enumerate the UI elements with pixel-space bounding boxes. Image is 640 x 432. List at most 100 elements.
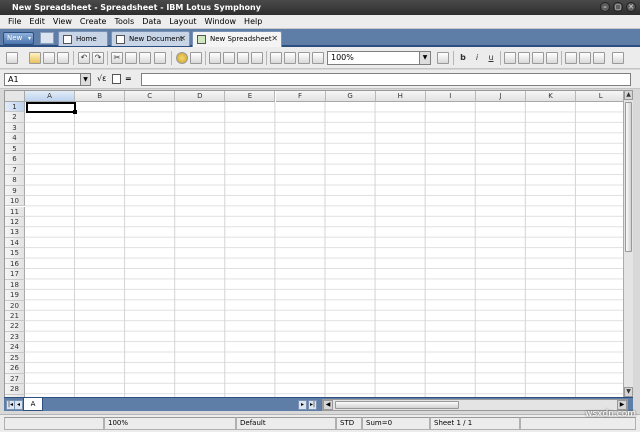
open-folder-icon[interactable] — [29, 52, 41, 64]
column-header[interactable]: L — [576, 91, 623, 102]
row-header[interactable]: 1 — [5, 102, 25, 113]
row-header[interactable]: 26 — [5, 363, 25, 374]
close-tab-icon[interactable]: ✕ — [179, 32, 186, 46]
function-wizard-icon[interactable]: √ε — [97, 74, 106, 83]
menu-layout[interactable]: Layout — [165, 15, 200, 29]
delete-columns-icon[interactable] — [251, 52, 263, 64]
menu-create[interactable]: Create — [76, 15, 111, 29]
previous-sheet-icon[interactable]: ◂ — [14, 400, 23, 410]
cut-icon[interactable]: ✂ — [111, 52, 123, 64]
row-header[interactable]: 11 — [5, 206, 25, 217]
column-header[interactable]: C — [125, 91, 176, 102]
row-header[interactable]: 5 — [5, 143, 25, 155]
sort-ascending-icon[interactable] — [270, 52, 282, 64]
show-desktop-icon[interactable] — [40, 32, 54, 44]
row-header[interactable]: 19 — [5, 290, 25, 301]
row-header[interactable]: 24 — [5, 342, 25, 353]
horizontal-scrollbar[interactable]: ◀ ▶ — [322, 399, 628, 411]
vertical-scroll-thumb[interactable] — [625, 102, 632, 252]
column-header[interactable]: B — [75, 91, 126, 102]
horizontal-scroll-thumb[interactable] — [335, 401, 459, 409]
row-header[interactable]: 20 — [5, 300, 25, 311]
zoom-select[interactable]: 100% ▼ — [327, 51, 431, 65]
scroll-up-icon[interactable]: ▲ — [624, 90, 633, 100]
row-header[interactable]: 21 — [5, 311, 25, 322]
row-header[interactable]: 17 — [5, 269, 25, 280]
select-all-corner[interactable] — [5, 91, 25, 102]
new-button[interactable]: New ▾ — [3, 32, 34, 45]
scroll-down-icon[interactable]: ▼ — [624, 387, 633, 397]
row-header[interactable]: 13 — [5, 227, 25, 238]
tab-new-spreadsheet[interactable]: New Spreadsheet ✕ — [192, 31, 282, 47]
filter-icon[interactable] — [312, 52, 324, 64]
align-left-icon[interactable] — [504, 52, 516, 64]
row-header[interactable]: 6 — [5, 154, 25, 165]
spreadsheet-grid[interactable]: ABCDEFGHIJKL 1 2 3 4 5 6 7 8 9 10 11 12 13 14 15 16 17 18… — [4, 90, 623, 397]
number-format-icon[interactable] — [579, 52, 591, 64]
column-header[interactable]: J — [475, 91, 526, 102]
column-header[interactable]: D — [175, 91, 226, 102]
row-header[interactable]: 2 — [5, 112, 25, 123]
minimize-button[interactable]: – — [600, 2, 610, 12]
align-center-icon[interactable] — [518, 52, 530, 64]
new-file-icon[interactable] — [6, 52, 18, 64]
fill-handle[interactable] — [73, 110, 77, 114]
sort-descending-icon[interactable] — [284, 52, 296, 64]
row-header[interactable]: 8 — [5, 175, 25, 186]
column-header[interactable]: K — [526, 91, 577, 102]
row-header[interactable]: 7 — [5, 164, 25, 176]
insert-columns-icon[interactable] — [223, 52, 235, 64]
save-icon[interactable] — [43, 52, 55, 64]
delete-rows-icon[interactable] — [237, 52, 249, 64]
print-icon[interactable] — [57, 52, 69, 64]
gallery-icon[interactable] — [190, 52, 202, 64]
last-sheet-icon[interactable]: ▸| — [308, 400, 317, 410]
column-header[interactable]: A — [25, 91, 76, 102]
undo-icon[interactable]: ↶ — [78, 52, 90, 64]
row-header[interactable]: 16 — [5, 258, 25, 270]
tab-home[interactable]: Home — [58, 31, 108, 46]
column-header[interactable]: I — [425, 91, 476, 102]
row-header[interactable]: 15 — [5, 248, 25, 259]
next-sheet-icon[interactable]: ▸ — [298, 400, 307, 410]
menu-view[interactable]: View — [49, 15, 76, 29]
navigator-icon[interactable] — [176, 52, 188, 64]
row-header[interactable]: 18 — [5, 279, 25, 291]
column-header[interactable]: H — [375, 91, 426, 102]
column-header[interactable]: E — [225, 91, 276, 102]
scroll-left-icon[interactable]: ◀ — [323, 400, 333, 410]
highlight-icon[interactable] — [437, 52, 449, 64]
redo-icon[interactable]: ↷ — [92, 52, 104, 64]
justify-icon[interactable] — [546, 52, 558, 64]
row-header[interactable]: 25 — [5, 352, 25, 364]
row-header[interactable]: 14 — [5, 237, 25, 249]
close-tab-icon[interactable]: ✕ — [271, 32, 278, 46]
sheet-tab[interactable]: A — [23, 398, 43, 411]
row-header[interactable]: 28 — [5, 384, 25, 395]
input-line[interactable] — [141, 73, 631, 86]
menu-window[interactable]: Window — [201, 15, 241, 29]
close-button[interactable]: ✕ — [626, 2, 636, 12]
paste-icon[interactable] — [139, 52, 151, 64]
copy-icon[interactable] — [125, 52, 137, 64]
tab-new-document[interactable]: New Document ✕ — [111, 31, 190, 46]
name-box[interactable]: A1 ▼ — [4, 73, 91, 86]
vertical-scrollbar[interactable]: ▲ ▼ — [623, 90, 633, 397]
insert-rows-icon[interactable] — [209, 52, 221, 64]
underline-button[interactable]: u — [485, 52, 497, 64]
align-right-icon[interactable] — [532, 52, 544, 64]
chevron-down-icon[interactable]: ▼ — [80, 74, 90, 85]
status-selection-mode[interactable]: STD — [336, 417, 362, 430]
menu-data[interactable]: Data — [138, 15, 165, 29]
row-header[interactable]: 22 — [5, 321, 25, 332]
cell-area[interactable] — [25, 102, 623, 397]
borders-icon[interactable] — [612, 52, 624, 64]
menu-help[interactable]: Help — [240, 15, 266, 29]
merge-cells-icon[interactable] — [565, 52, 577, 64]
bold-button[interactable]: b — [457, 52, 469, 64]
row-header[interactable]: 27 — [5, 373, 25, 385]
row-header[interactable]: 9 — [5, 185, 25, 197]
function-icon[interactable] — [298, 52, 310, 64]
chevron-down-icon[interactable]: ▼ — [419, 52, 430, 64]
row-header[interactable]: 3 — [5, 122, 25, 134]
